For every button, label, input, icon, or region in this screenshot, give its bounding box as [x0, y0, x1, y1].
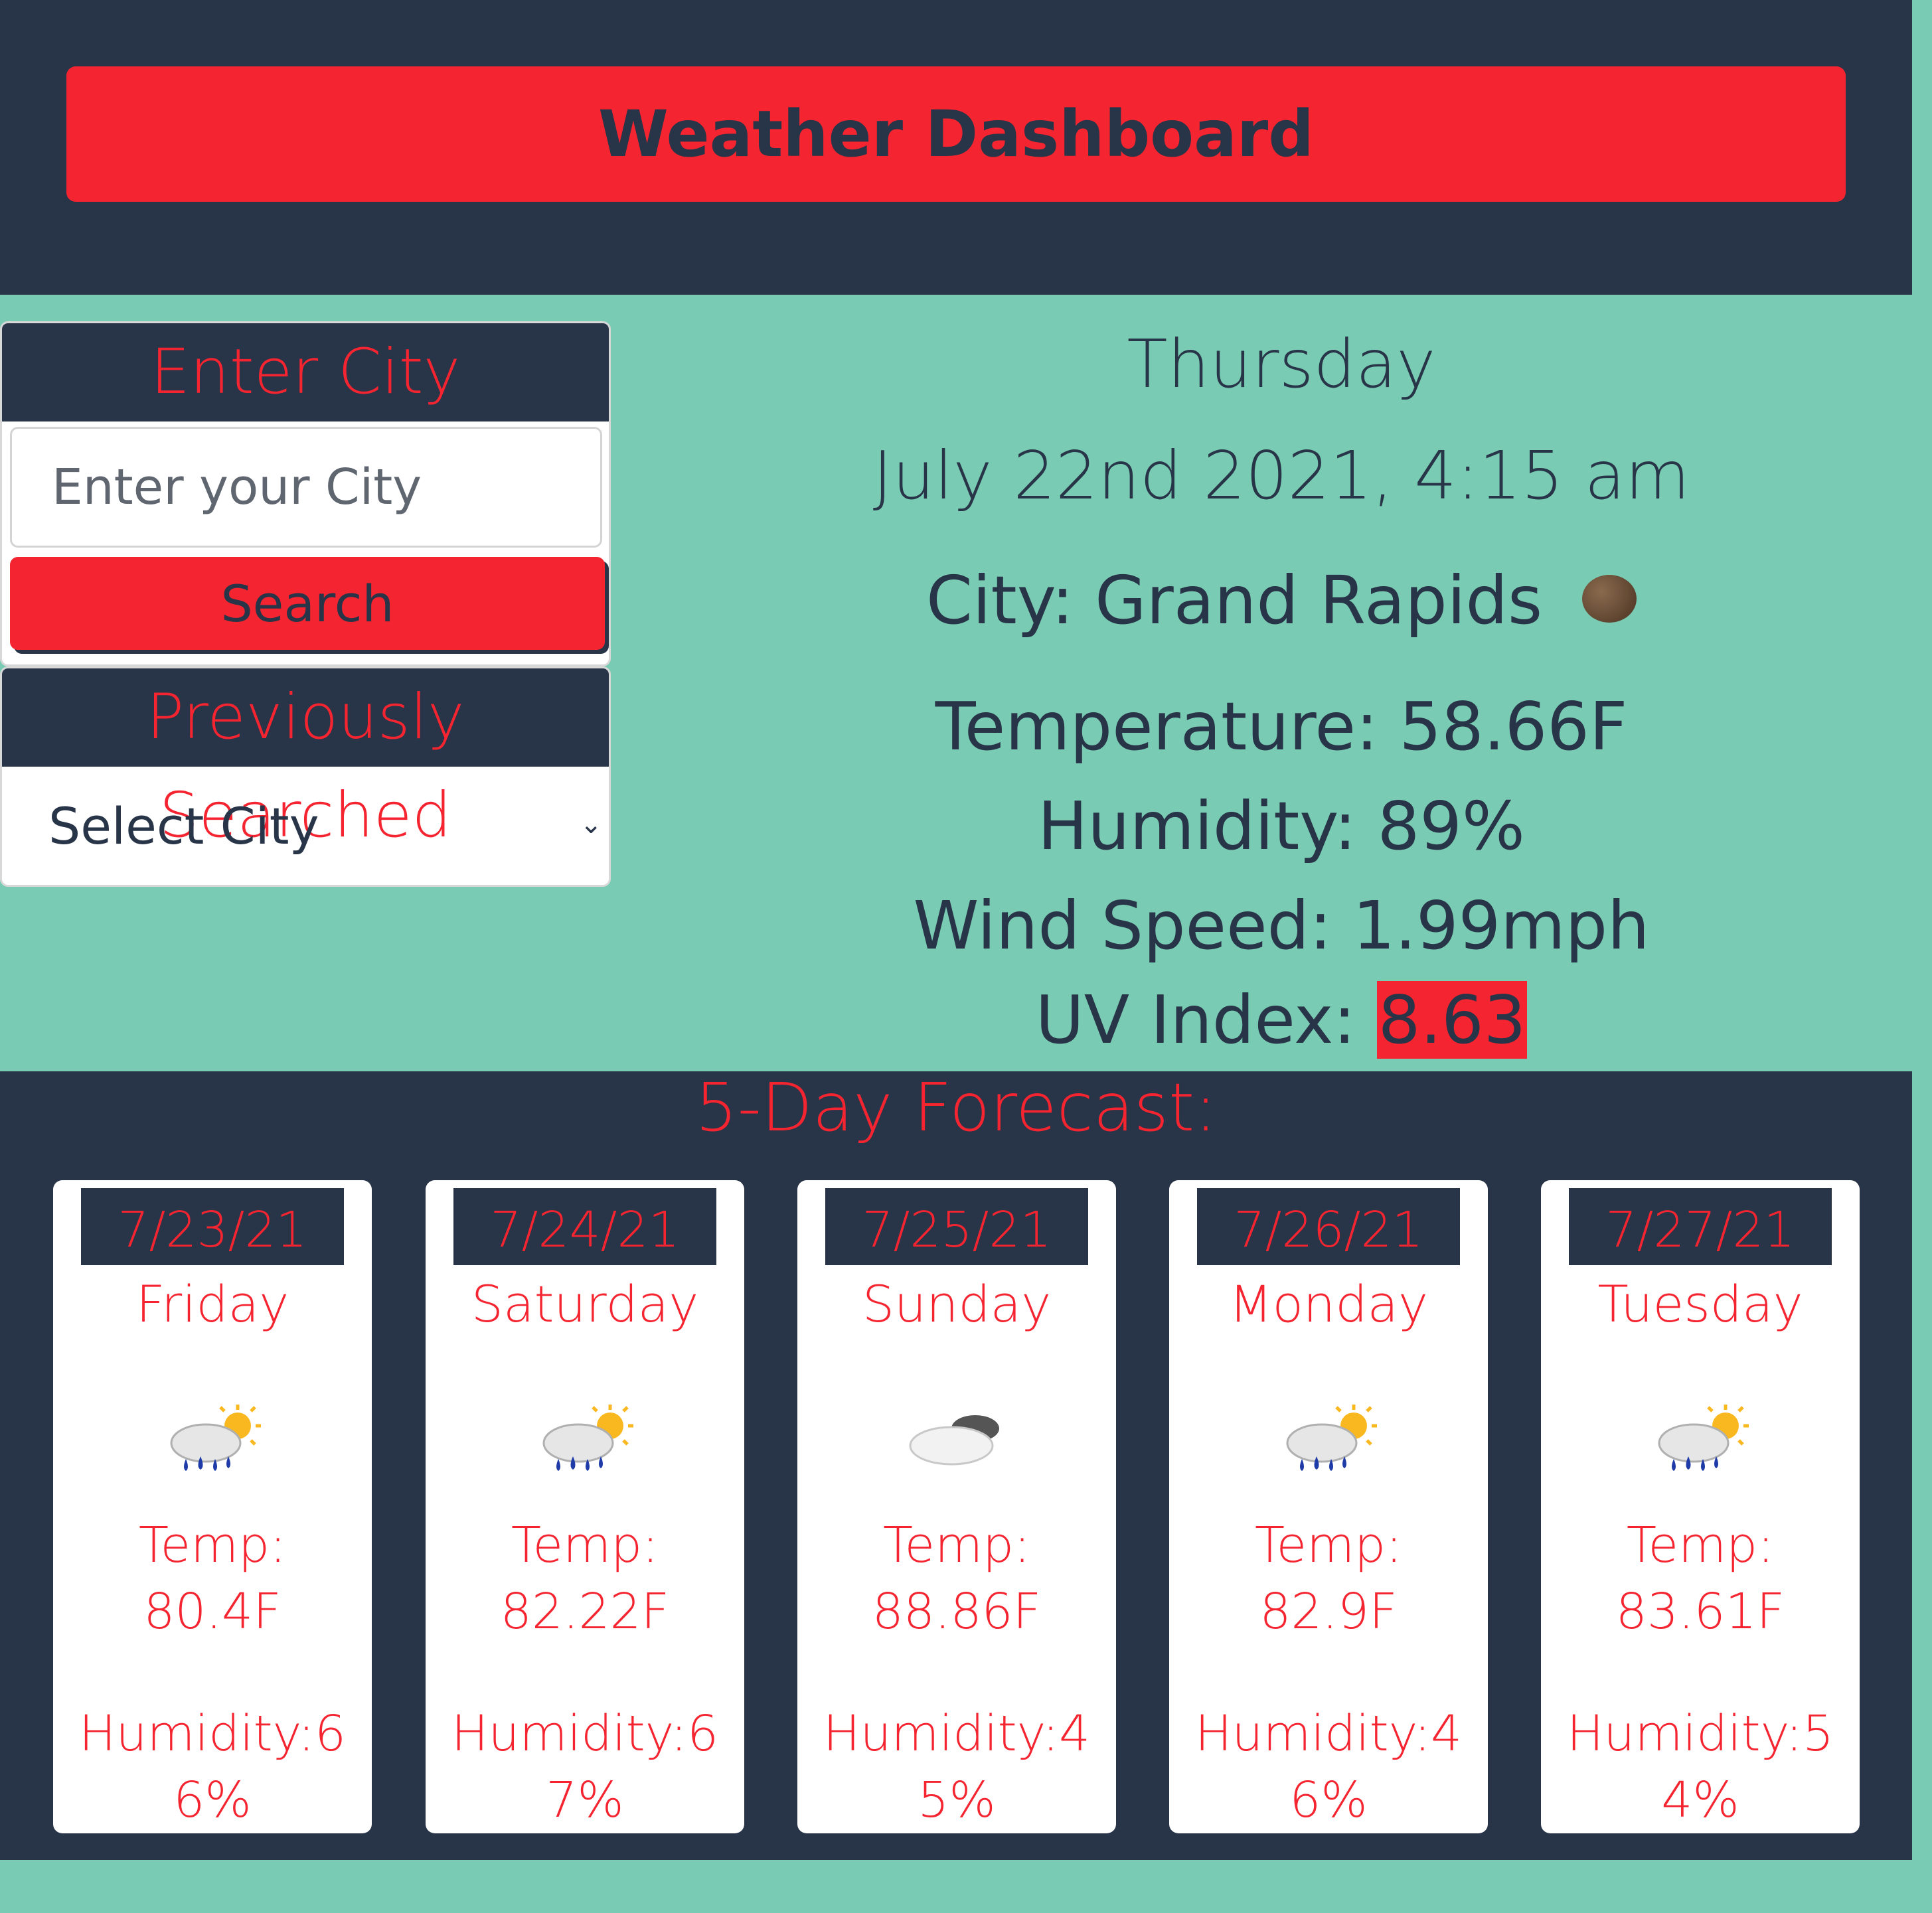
- forecast-humidity: Humidity:67%: [451, 1705, 719, 1829]
- forecast-temp-label: Temp:: [1254, 1517, 1403, 1574]
- forecast-card: 7/24/21 Saturday Temp: 82.22F Humidity:67…: [426, 1180, 744, 1833]
- forecast-temp-label: Temp:: [138, 1517, 287, 1574]
- forecast-date: 7/23/21: [81, 1188, 344, 1265]
- forecast-day: Tuesday: [1597, 1274, 1803, 1334]
- forecast-date: 7/25/21: [825, 1188, 1088, 1265]
- current-datetime: July 22nd 2021, 4:15 am: [872, 437, 1690, 514]
- forecast-card: 7/27/21 Tuesday Temp: 83.61F Humidity:54%: [1541, 1180, 1860, 1833]
- current-wind-speed: Wind Speed: 1.99mph: [913, 887, 1650, 964]
- chevron-down-icon: ⌄: [580, 809, 602, 840]
- rain-sun-icon: [542, 1405, 633, 1471]
- forecast-humidity: Humidity:46%: [1194, 1705, 1463, 1829]
- forecast-temp-label: Temp:: [882, 1517, 1031, 1574]
- forecast-temp-value: 80.4F: [143, 1583, 282, 1640]
- forecast-date: 7/27/21: [1569, 1188, 1832, 1265]
- forecast-temp-value: 82.9F: [1259, 1583, 1398, 1640]
- moon-icon: [1582, 574, 1637, 623]
- rain-sun-icon: [170, 1405, 261, 1471]
- uv-index-value: 8.63: [1376, 981, 1528, 1059]
- current-uv-line: UV Index: 8.63: [704, 981, 1859, 1059]
- search-button[interactable]: Search: [10, 557, 605, 650]
- forecast-temp: Temp: 82.22F: [426, 1512, 744, 1645]
- forecast-date: 7/24/21: [453, 1188, 716, 1265]
- search-panel-heading: Enter City: [2, 323, 609, 421]
- forecast-card: 7/25/21 Sunday Temp: 88.86F Humidity:45%: [797, 1180, 1116, 1833]
- forecast-title: 5-Day Forecast:: [695, 1069, 1217, 1146]
- history-panel-heading: Previously Searched: [2, 668, 609, 852]
- forecast-temp: Temp: 83.61F: [1541, 1512, 1860, 1645]
- header: Weather Dashboard: [0, 0, 1912, 295]
- forecast-temp-value: 88.86F: [872, 1583, 1042, 1640]
- page-title: Weather Dashboard: [66, 66, 1846, 202]
- current-city-line: City: Grand Rapids: [704, 562, 1859, 639]
- current-humidity: Humidity: 89%: [1038, 787, 1525, 865]
- forecast-temp-label: Temp:: [1626, 1517, 1775, 1574]
- forecast-temp-value: 83.61F: [1615, 1583, 1785, 1640]
- forecast-temp-label: Temp:: [511, 1517, 659, 1574]
- city-history-select[interactable]: Select City ⌄: [2, 767, 609, 885]
- current-day: Thursday: [1127, 325, 1436, 403]
- forecast-card: 7/26/21 Monday Temp: 82.9F Humidity:46%: [1169, 1180, 1488, 1833]
- forecast-day: Monday: [1228, 1274, 1429, 1334]
- forecast-humidity: Humidity:45%: [823, 1705, 1091, 1829]
- current-temperature: Temperature: 58.66F: [935, 688, 1628, 765]
- forecast-date: 7/26/21: [1197, 1188, 1460, 1265]
- rain-sun-icon: [1658, 1405, 1749, 1471]
- forecast-temp-value: 82.22F: [500, 1583, 670, 1640]
- forecast-temp: Temp: 80.4F: [53, 1512, 372, 1645]
- forecast-card: 7/23/21 Friday Temp: 80.4F Humidity:66%: [53, 1180, 372, 1833]
- forecast-temp: Temp: 88.86F: [797, 1512, 1116, 1645]
- forecast-day: Sunday: [862, 1274, 1052, 1334]
- city-search-panel: Enter City Search: [0, 321, 611, 666]
- city-search-input[interactable]: [10, 427, 602, 548]
- cloud-icon: [909, 1415, 999, 1466]
- forecast-temp: Temp: 82.9F: [1169, 1512, 1488, 1645]
- rain-sun-icon: [1286, 1405, 1377, 1471]
- forecast-humidity: Humidity:54%: [1566, 1705, 1834, 1829]
- current-city: City: Grand Rapids: [926, 562, 1543, 639]
- city-history-select-value: Select City: [48, 796, 319, 856]
- uv-index-label: UV Index:: [1035, 981, 1377, 1059]
- forecast-humidity: Humidity:66%: [78, 1705, 347, 1829]
- forecast-day: Saturday: [471, 1274, 699, 1334]
- forecast-day: Friday: [135, 1274, 289, 1334]
- history-panel: Previously Searched Select City ⌄: [0, 666, 611, 887]
